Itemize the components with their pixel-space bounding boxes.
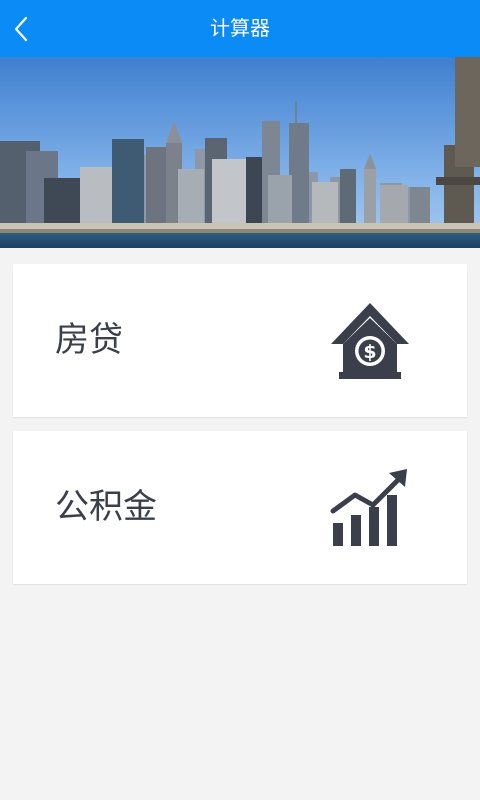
housing-fund-label: 公积金 [55, 487, 157, 527]
page-title: 计算器 [210, 16, 270, 40]
housing-fund-calculator-card[interactable]: 公积金 [13, 431, 467, 584]
house-dollar-icon: $ [331, 303, 409, 379]
chevron-left-icon [14, 16, 28, 42]
top-bar: 计算器 [0, 0, 480, 57]
back-button[interactable] [6, 12, 36, 46]
growth-chart-icon [330, 469, 407, 546]
svg-text:$: $ [363, 341, 376, 363]
city-skyline-banner [0, 57, 480, 248]
mortgage-calculator-card[interactable]: 房贷 $ [13, 264, 467, 417]
mortgage-label: 房贷 [55, 320, 123, 360]
